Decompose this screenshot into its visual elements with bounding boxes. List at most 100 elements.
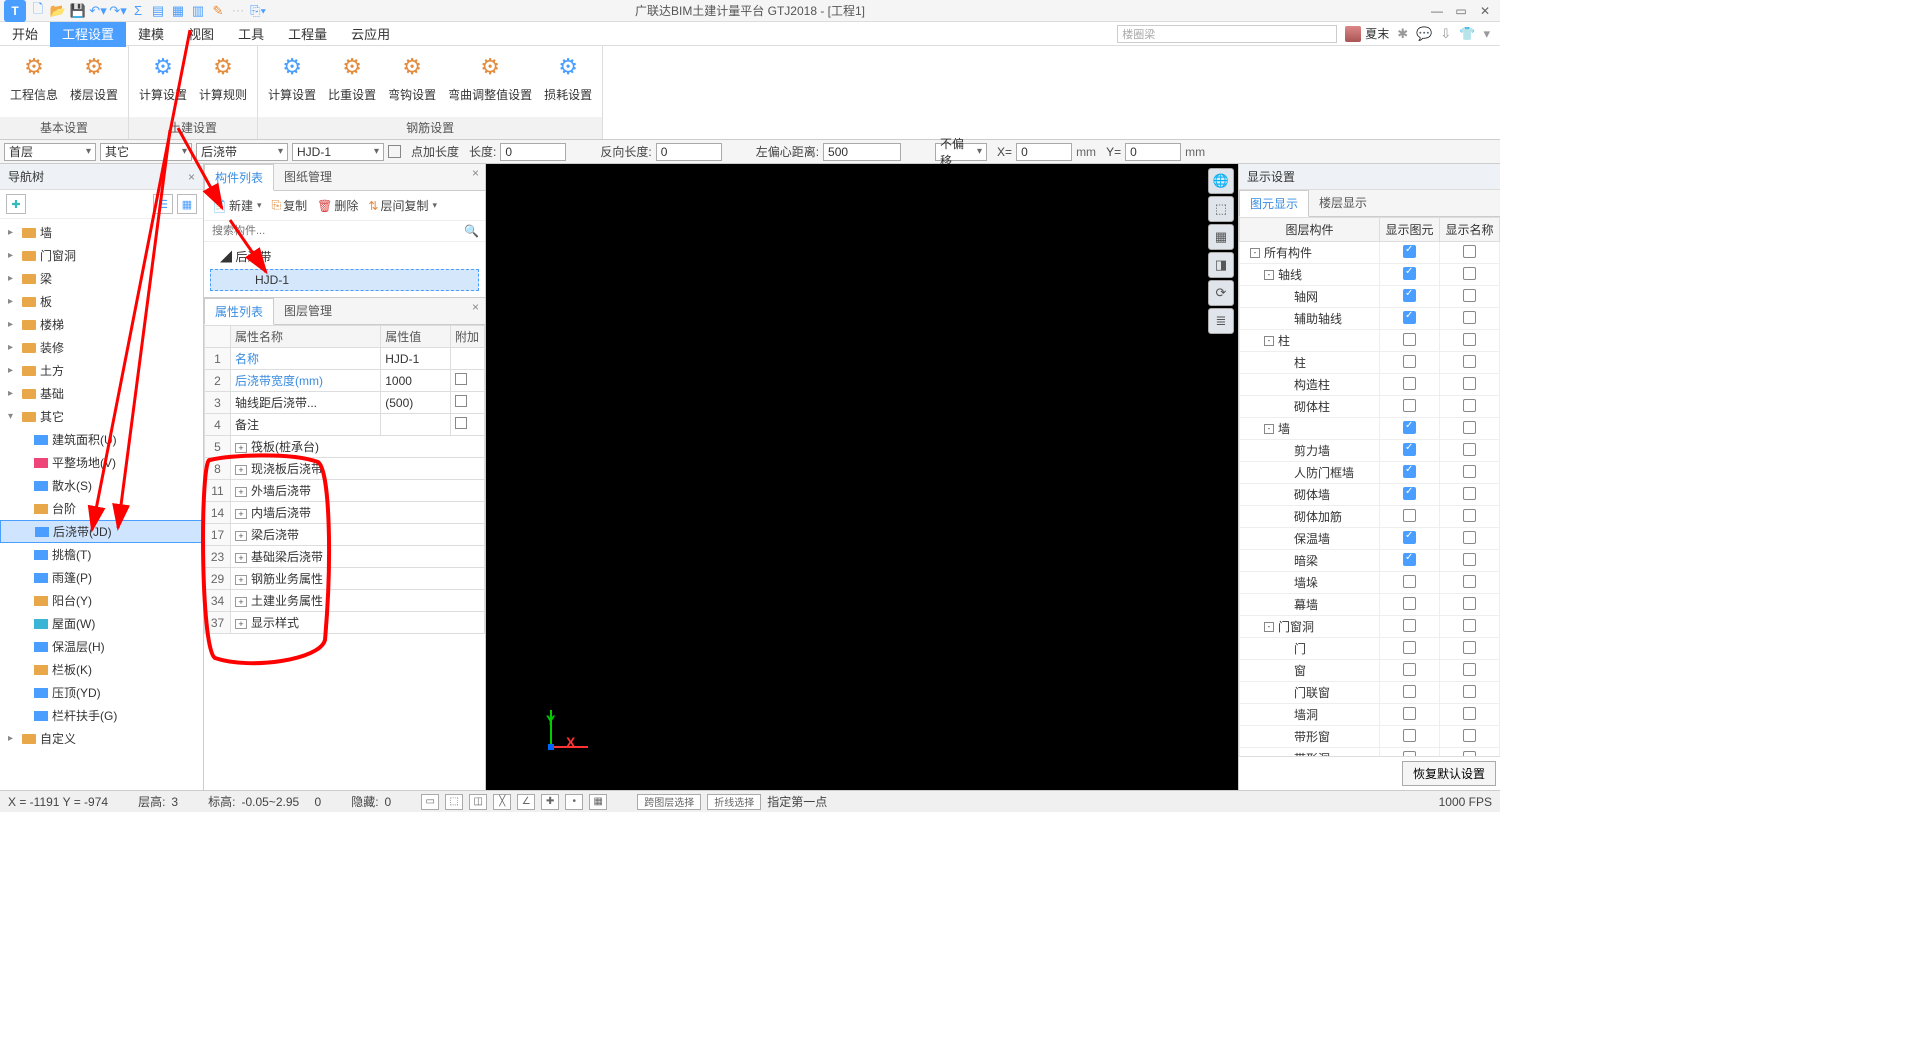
- disp-row[interactable]: 辅助轴线: [1240, 308, 1500, 330]
- name-checkbox[interactable]: [1463, 355, 1476, 368]
- tab-floor-display[interactable]: 楼层显示: [1309, 190, 1377, 216]
- prop-row[interactable]: 8+现浇板后浇带: [205, 458, 485, 480]
- nav-item[interactable]: ▸梁: [0, 267, 203, 290]
- tab-property-list[interactable]: 属性列表: [204, 298, 274, 325]
- prop-row[interactable]: 5+筏板(桩承台): [205, 436, 485, 458]
- maximize-icon[interactable]: ▭: [1454, 4, 1468, 18]
- notify-icon[interactable]: ✱: [1397, 26, 1408, 42]
- view-3d-icon[interactable]: ⬚: [1208, 196, 1234, 222]
- offset-select[interactable]: 不偏移: [935, 143, 987, 161]
- name-checkbox[interactable]: [1463, 729, 1476, 742]
- nav-item-other[interactable]: ▾其它: [0, 405, 203, 428]
- prop-row[interactable]: 1名称HJD-1: [205, 348, 485, 370]
- ribbon-弯钩设置[interactable]: ⚙弯钩设置: [388, 52, 436, 117]
- help-icon[interactable]: ▾: [1483, 26, 1490, 42]
- edit-icon[interactable]: ✎: [210, 3, 226, 19]
- prop-row[interactable]: 2后浇带宽度(mm)1000: [205, 370, 485, 392]
- sb-ico-3[interactable]: ◫: [469, 794, 487, 810]
- nav-item-custom[interactable]: ▸自定义: [0, 727, 203, 750]
- disp-row[interactable]: 人防门框墙: [1240, 462, 1500, 484]
- menutab-5[interactable]: 工程量: [276, 20, 339, 47]
- show-checkbox[interactable]: [1403, 355, 1416, 368]
- category-select[interactable]: 其它: [100, 143, 192, 161]
- nav-subitem[interactable]: 建筑面积(U): [0, 428, 203, 451]
- name-checkbox[interactable]: [1463, 663, 1476, 676]
- tab-drawing-mgmt[interactable]: 图纸管理: [274, 164, 342, 190]
- nav-view1-icon[interactable]: ☰: [153, 194, 173, 214]
- show-checkbox[interactable]: [1403, 377, 1416, 390]
- report-icon[interactable]: ▤: [150, 3, 166, 19]
- disp-row[interactable]: 轴网: [1240, 286, 1500, 308]
- name-checkbox[interactable]: [1463, 597, 1476, 610]
- new-button[interactable]: 📄新建: [208, 195, 266, 216]
- menutab-0[interactable]: 开始: [0, 20, 50, 47]
- dianjia-check[interactable]: [388, 145, 401, 158]
- prop-row[interactable]: 4备注: [205, 414, 485, 436]
- menutab-3[interactable]: 视图: [176, 20, 226, 47]
- ribbon-计算设置[interactable]: ⚙计算设置: [139, 52, 187, 117]
- view-top-icon[interactable]: ▦: [1208, 224, 1234, 250]
- sb-ico-8[interactable]: ▦: [589, 794, 607, 810]
- sb-ico-7[interactable]: •: [565, 794, 583, 810]
- nav-item[interactable]: ▸板: [0, 290, 203, 313]
- layercopy-button[interactable]: ⇅层间复制: [364, 195, 441, 216]
- undo-icon[interactable]: ↶▾: [90, 3, 106, 19]
- show-checkbox[interactable]: [1403, 553, 1416, 566]
- name-checkbox[interactable]: [1463, 707, 1476, 720]
- name-checkbox[interactable]: [1463, 465, 1476, 478]
- ribbon-计算设置[interactable]: ⚙计算设置: [268, 52, 316, 117]
- restore-defaults-button[interactable]: 恢复默认设置: [1402, 761, 1496, 786]
- leftoff-input[interactable]: 500: [823, 143, 901, 161]
- prop-row[interactable]: 17+梁后浇带: [205, 524, 485, 546]
- nav-subitem[interactable]: 阳台(Y): [0, 589, 203, 612]
- floor-select[interactable]: 首层: [4, 143, 96, 161]
- ribbon-计算规则[interactable]: ⚙计算规则: [199, 52, 247, 117]
- nav-subitem[interactable]: 雨篷(P): [0, 566, 203, 589]
- prop-row[interactable]: 11+外墙后浇带: [205, 480, 485, 502]
- name-checkbox[interactable]: [1463, 531, 1476, 544]
- nav-item[interactable]: ▸楼梯: [0, 313, 203, 336]
- comp-leaf-hjd1[interactable]: HJD-1: [210, 269, 479, 291]
- disp-row[interactable]: -门窗洞: [1240, 616, 1500, 638]
- show-checkbox[interactable]: [1403, 399, 1416, 412]
- disp-row[interactable]: 窗: [1240, 660, 1500, 682]
- nav-subitem[interactable]: 平整场地(V): [0, 451, 203, 474]
- orbit-icon[interactable]: 🌐: [1208, 168, 1234, 194]
- ribbon-楼层设置[interactable]: ⚙楼层设置: [70, 52, 118, 117]
- sb-ico-1[interactable]: ▭: [421, 794, 439, 810]
- new-file-icon[interactable]: 🗋: [30, 3, 46, 19]
- disp-row[interactable]: 剪力墙: [1240, 440, 1500, 462]
- menutab-4[interactable]: 工具: [226, 20, 276, 47]
- chat-icon[interactable]: 💬: [1416, 26, 1432, 42]
- fanlen-input[interactable]: 0: [656, 143, 722, 161]
- redo-icon[interactable]: ↷▾: [110, 3, 126, 19]
- open-icon[interactable]: 📂: [50, 3, 66, 19]
- nav-add-icon[interactable]: ✚: [6, 194, 26, 214]
- show-checkbox[interactable]: [1403, 267, 1416, 280]
- name-checkbox[interactable]: [1463, 333, 1476, 346]
- nav-subitem[interactable]: 后浇带(JD): [0, 520, 203, 543]
- name-checkbox[interactable]: [1463, 267, 1476, 280]
- ribbon-损耗设置[interactable]: ⚙损耗设置: [544, 52, 592, 117]
- prop-row[interactable]: 37+显示样式: [205, 612, 485, 634]
- comp-root[interactable]: ◢ 后浇带: [204, 246, 485, 267]
- sb-ico-2[interactable]: ⬚: [445, 794, 463, 810]
- skin-icon[interactable]: 👕: [1459, 26, 1475, 42]
- disp-row[interactable]: 砌体墙: [1240, 484, 1500, 506]
- ruler-icon[interactable]: ⋯: [230, 3, 246, 19]
- nav-view2-icon[interactable]: ▦: [177, 194, 197, 214]
- name-checkbox[interactable]: [1463, 311, 1476, 324]
- name-checkbox[interactable]: [1463, 487, 1476, 500]
- minimize-icon[interactable]: —: [1430, 4, 1444, 18]
- show-checkbox[interactable]: [1403, 729, 1416, 742]
- comp-close-icon[interactable]: ×: [466, 164, 485, 190]
- nav-item[interactable]: ▸墙: [0, 221, 203, 244]
- disp-row[interactable]: 砌体柱: [1240, 396, 1500, 418]
- nav-close-icon[interactable]: ×: [188, 170, 195, 184]
- prop-row[interactable]: 23+基础梁后浇带: [205, 546, 485, 568]
- show-checkbox[interactable]: [1403, 465, 1416, 478]
- disp-row[interactable]: -柱: [1240, 330, 1500, 352]
- show-checkbox[interactable]: [1403, 685, 1416, 698]
- nav-subitem[interactable]: 压顶(YD): [0, 681, 203, 704]
- x-input[interactable]: 0: [1016, 143, 1072, 161]
